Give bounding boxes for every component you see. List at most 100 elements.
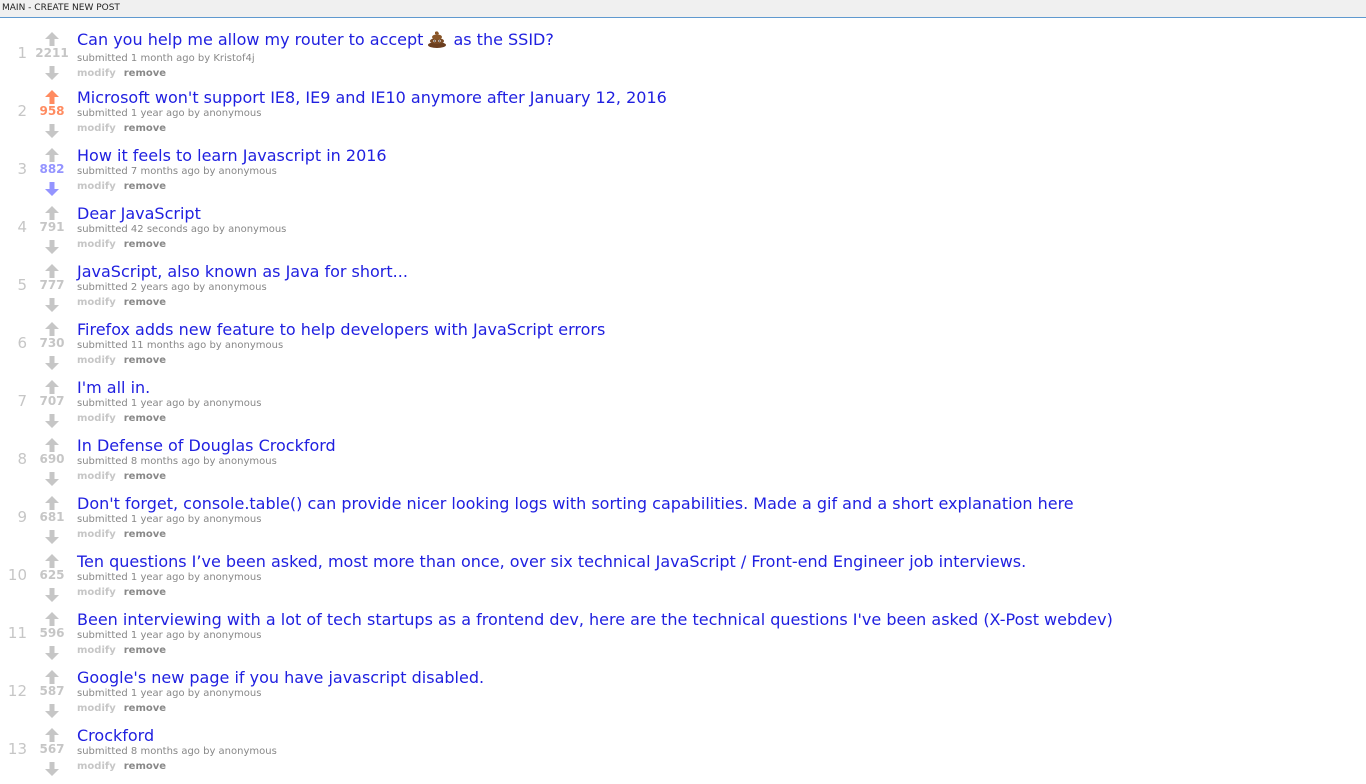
remove-button[interactable]: remove xyxy=(124,123,166,134)
author-name[interactable]: anonymous xyxy=(219,456,277,467)
remove-button[interactable]: remove xyxy=(124,529,166,540)
remove-button[interactable]: remove xyxy=(124,413,166,424)
author-name[interactable]: anonymous xyxy=(203,108,261,119)
post-title-link[interactable]: Microsoft won't support IE8, IE9 and IE1… xyxy=(77,88,667,108)
modify-button[interactable]: modify xyxy=(77,413,116,424)
modify-button[interactable]: modify xyxy=(77,181,116,192)
post-title-link[interactable]: Firefox adds new feature to help develop… xyxy=(77,320,605,340)
upvote-arrow-icon[interactable] xyxy=(44,322,60,336)
upvote-arrow-icon[interactable] xyxy=(44,670,60,684)
post-entry: Microsoft won't support IE8, IE9 and IE1… xyxy=(77,88,667,135)
downvote-arrow-icon[interactable] xyxy=(44,414,60,428)
author-name[interactable]: anonymous xyxy=(203,514,261,525)
post-title-link[interactable]: I'm all in. xyxy=(77,378,261,398)
post-row: 11 596 Been interviewing with a lot of t… xyxy=(0,610,1366,668)
modify-button[interactable]: modify xyxy=(77,68,116,79)
post-actions: modify remove xyxy=(77,703,484,715)
post-tagline: submitted 1 year ago by anonymous xyxy=(77,514,1074,526)
downvote-arrow-icon[interactable] xyxy=(44,646,60,660)
post-rank: 9 xyxy=(17,508,27,526)
post-row: 1 2211 Can you help me allow my router t… xyxy=(0,30,1366,88)
author-name[interactable]: anonymous xyxy=(203,630,261,641)
post-title-link[interactable]: How it feels to learn Javascript in 2016 xyxy=(77,146,387,166)
post-title-link[interactable]: Dear JavaScript xyxy=(77,204,286,224)
post-actions: modify remove xyxy=(77,645,1113,657)
post-score: 958 xyxy=(39,104,65,118)
post-tagline: submitted 11 months ago by anonymous xyxy=(77,340,605,352)
upvote-arrow-icon[interactable] xyxy=(44,264,60,278)
author-name[interactable]: anonymous xyxy=(203,572,261,583)
author-name[interactable]: anonymous xyxy=(225,340,283,351)
upvote-arrow-icon[interactable] xyxy=(44,728,60,742)
post-entry: Can you help me allow my router to accep… xyxy=(77,30,554,80)
downvote-arrow-icon[interactable] xyxy=(44,240,60,254)
author-name[interactable]: anonymous xyxy=(219,166,277,177)
upvote-arrow-icon[interactable] xyxy=(44,612,60,626)
remove-button[interactable]: remove xyxy=(124,587,166,598)
modify-button[interactable]: modify xyxy=(77,645,116,656)
post-title-link[interactable]: Been interviewing with a lot of tech sta… xyxy=(77,610,1113,630)
upvote-arrow-icon[interactable] xyxy=(44,148,60,162)
nav-main-link[interactable]: MAIN xyxy=(2,3,25,13)
downvote-arrow-icon[interactable] xyxy=(44,66,60,80)
post-title-link[interactable]: Google's new page if you have javascript… xyxy=(77,668,484,688)
modify-button[interactable]: modify xyxy=(77,761,116,772)
post-row: 6 730 Firefox adds new feature to help d… xyxy=(0,320,1366,378)
post-title-link[interactable]: Crockford xyxy=(77,726,277,746)
downvote-arrow-icon[interactable] xyxy=(44,588,60,602)
downvote-arrow-icon[interactable] xyxy=(44,124,60,138)
downvote-arrow-icon[interactable] xyxy=(44,762,60,776)
downvote-arrow-icon[interactable] xyxy=(44,704,60,718)
modify-button[interactable]: modify xyxy=(77,239,116,250)
author-name[interactable]: Kristof4j xyxy=(213,53,254,64)
nav-create-post-link[interactable]: CREATE NEW POST xyxy=(34,3,120,13)
submitted-text: submitted 8 months ago by xyxy=(77,746,216,757)
post-title-link[interactable]: Ten questions I’ve been asked, most more… xyxy=(77,552,1026,572)
upvote-arrow-icon[interactable] xyxy=(44,32,60,46)
author-name[interactable]: anonymous xyxy=(203,688,261,699)
post-score: 707 xyxy=(39,394,65,408)
author-name[interactable]: anonymous xyxy=(203,398,261,409)
upvote-arrow-icon[interactable] xyxy=(44,206,60,220)
post-entry: Crockford submitted 8 months ago by anon… xyxy=(77,726,277,773)
upvote-arrow-icon[interactable] xyxy=(44,554,60,568)
remove-button[interactable]: remove xyxy=(124,471,166,482)
modify-button[interactable]: modify xyxy=(77,471,116,482)
post-actions: modify remove xyxy=(77,239,286,251)
post-title-link[interactable]: JavaScript, also known as Java for short… xyxy=(77,262,408,282)
post-row: 7 707 I'm all in. submitted 1 year ago b… xyxy=(0,378,1366,436)
author-name[interactable]: anonymous xyxy=(219,746,277,757)
upvote-arrow-icon[interactable] xyxy=(44,438,60,452)
downvote-arrow-icon[interactable] xyxy=(44,356,60,370)
upvote-arrow-icon[interactable] xyxy=(44,380,60,394)
modify-button[interactable]: modify xyxy=(77,529,116,540)
modify-button[interactable]: modify xyxy=(77,355,116,366)
post-title-link[interactable]: Don't forget, console.table() can provid… xyxy=(77,494,1074,514)
remove-button[interactable]: remove xyxy=(124,68,166,79)
downvote-arrow-icon[interactable] xyxy=(44,298,60,312)
downvote-arrow-icon[interactable] xyxy=(44,530,60,544)
modify-button[interactable]: modify xyxy=(77,587,116,598)
author-name[interactable]: anonymous xyxy=(208,282,266,293)
author-name[interactable]: anonymous xyxy=(228,224,286,235)
modify-button[interactable]: modify xyxy=(77,703,116,714)
downvote-arrow-icon[interactable] xyxy=(44,182,60,196)
remove-button[interactable]: remove xyxy=(124,645,166,656)
remove-button[interactable]: remove xyxy=(124,761,166,772)
submitted-text: submitted 1 year ago by xyxy=(77,572,201,583)
modify-button[interactable]: modify xyxy=(77,123,116,134)
remove-button[interactable]: remove xyxy=(124,703,166,714)
remove-button[interactable]: remove xyxy=(124,239,166,250)
post-title-link[interactable]: Can you help me allow my router to accep… xyxy=(77,30,554,53)
submitted-text: submitted 1 year ago by xyxy=(77,108,201,119)
upvote-arrow-icon[interactable] xyxy=(44,90,60,104)
post-title-link[interactable]: In Defense of Douglas Crockford xyxy=(77,436,336,456)
downvote-arrow-icon[interactable] xyxy=(44,472,60,486)
remove-button[interactable]: remove xyxy=(124,297,166,308)
modify-button[interactable]: modify xyxy=(77,297,116,308)
post-row: 8 690 In Defense of Douglas Crockford su… xyxy=(0,436,1366,494)
remove-button[interactable]: remove xyxy=(124,181,166,192)
upvote-arrow-icon[interactable] xyxy=(44,496,60,510)
remove-button[interactable]: remove xyxy=(124,355,166,366)
post-tagline: submitted 1 month ago by Kristof4j xyxy=(77,53,554,65)
